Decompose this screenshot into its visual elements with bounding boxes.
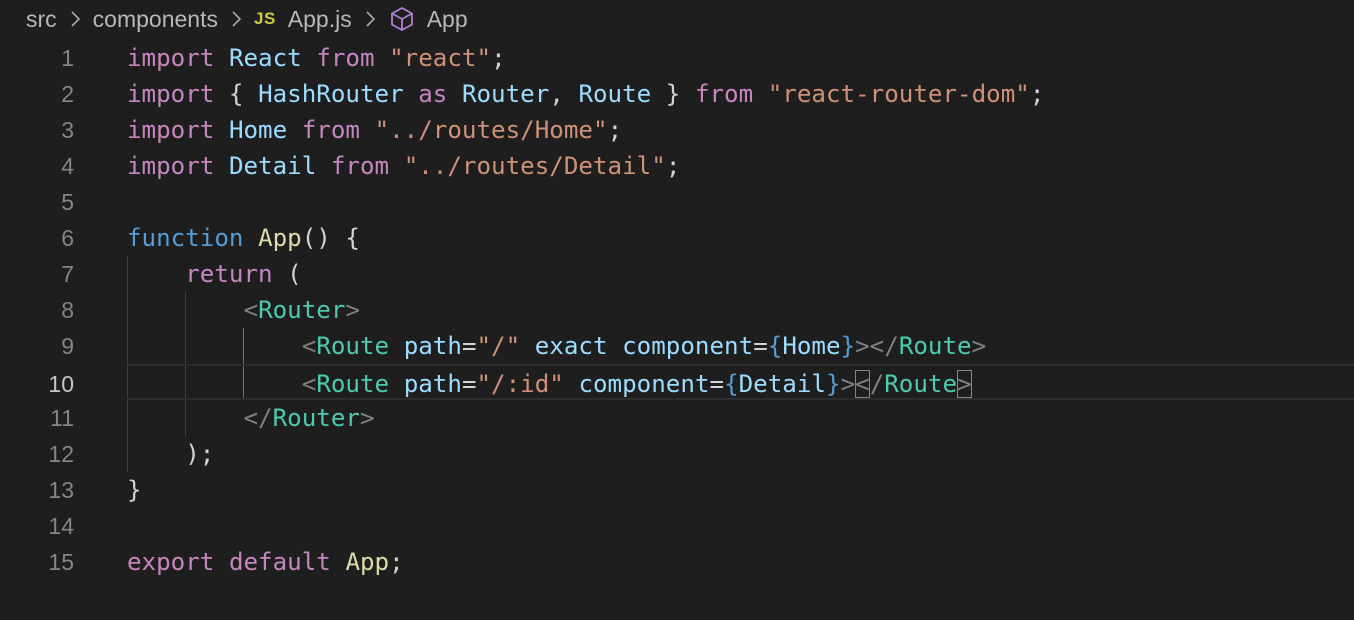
code-line: 7 return (	[0, 256, 1354, 292]
line-number: 15	[48, 549, 74, 575]
line-number: 3	[61, 117, 74, 143]
chevron-right-icon	[232, 11, 242, 27]
line-number: 9	[61, 333, 74, 359]
code-text: }	[127, 476, 142, 504]
code-line: 12 );	[0, 436, 1354, 472]
line-number: 2	[61, 81, 74, 107]
line-number: 14	[48, 513, 74, 539]
line-number: 10	[48, 371, 74, 397]
code-text: import Home from "../routes/Home";	[127, 116, 623, 144]
code-text: function App() {	[127, 224, 360, 252]
code-line: 11 </Router>	[0, 400, 1354, 436]
chevron-right-icon	[366, 11, 375, 27]
line-number: 4	[61, 153, 74, 179]
line-number: 1	[61, 45, 74, 71]
code-line: 1 import React from "react";	[0, 40, 1354, 76]
code-line: 14	[0, 508, 1354, 544]
code-text: <Route path="/:id" component={Detail}></…	[301, 370, 972, 398]
breadcrumb-components[interactable]: components	[93, 6, 218, 33]
code-editor[interactable]: 1 import React from "react"; 2 import { …	[0, 40, 1354, 620]
js-file-icon: JS	[253, 9, 276, 28]
code-text: <Route path="/" exact component={Home}><…	[301, 332, 987, 360]
code-line: 13 }	[0, 472, 1354, 508]
code-text: return (	[185, 260, 302, 288]
code-text: );	[127, 440, 215, 468]
code-line: 2 import { HashRouter as Router, Route }…	[0, 76, 1354, 112]
chevron-right-icon	[71, 11, 80, 27]
line-number: 5	[61, 189, 74, 215]
breadcrumb-symbol[interactable]: App	[427, 6, 468, 33]
breadcrumb: src components JS App.js App	[26, 0, 468, 38]
code-line: 9 <Route path="/" exact component={Home}…	[0, 328, 1354, 364]
breadcrumb-file[interactable]: App.js	[288, 6, 352, 33]
cube-icon	[390, 7, 413, 31]
breadcrumb-src[interactable]: src	[26, 6, 57, 33]
code-line: 3 import Home from "../routes/Home";	[0, 112, 1354, 148]
code-text: import React from "react";	[127, 44, 506, 72]
line-number: 13	[48, 477, 74, 503]
code-line: 5	[0, 184, 1354, 220]
line-number: 6	[61, 225, 74, 251]
line-number: 8	[61, 297, 74, 323]
code-line: 15 export default App;	[0, 544, 1354, 580]
code-text: export default App;	[127, 548, 404, 576]
code-text: </Router>	[243, 404, 375, 432]
code-text: import Detail from "../routes/Detail";	[127, 152, 681, 180]
line-number: 7	[61, 261, 74, 287]
code-text: import { HashRouter as Router, Route } f…	[127, 80, 1045, 108]
code-line: 4 import Detail from "../routes/Detail";	[0, 148, 1354, 184]
code-line: 8 <Router>	[0, 292, 1354, 328]
code-text: <Router>	[243, 296, 361, 324]
line-number: 11	[50, 405, 74, 431]
code-line-current: 10 <Route path="/:id" component={Detail}…	[48, 364, 1354, 400]
code-line: 6 function App() {	[0, 220, 1354, 256]
line-number: 12	[48, 441, 74, 467]
